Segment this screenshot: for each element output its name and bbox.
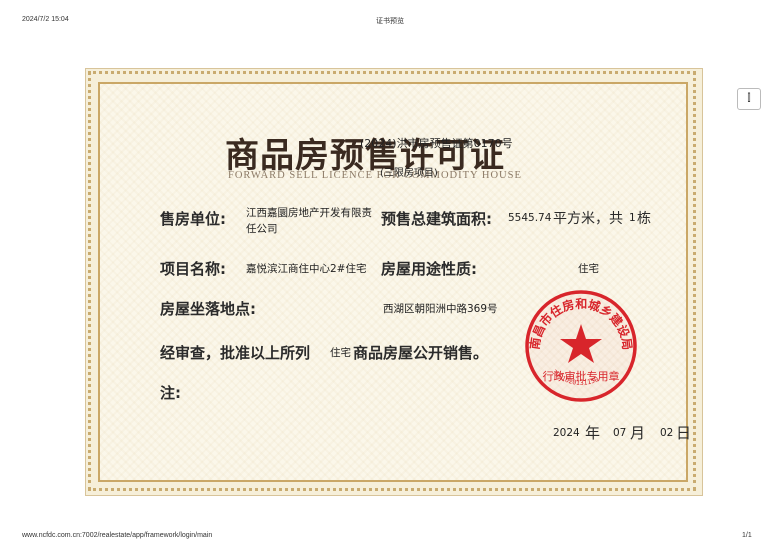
certificate-title-en: FORWARD SELL LICENCE FOR COMMODITY HOUSE: [228, 170, 522, 181]
approval-type: 住宅: [330, 347, 351, 359]
official-seal: 南昌市住房和城乡建设局 行政审批专用章 3601020131150: [523, 288, 639, 404]
project-label: 项目名称:: [160, 260, 226, 278]
location-label: 房屋坐落地点:: [160, 300, 256, 318]
date-day-unit: 日: [676, 424, 692, 442]
usage-label: 房屋用途性质:: [381, 260, 477, 278]
location-value: 西湖区朝阳洲中路369号: [383, 303, 498, 315]
date-year: 2024: [553, 427, 580, 439]
print-page-number: 1/1: [742, 532, 752, 539]
date-month: 07: [613, 427, 627, 439]
date-year-unit: 年: [585, 424, 601, 442]
official-seal-graphic: 南昌市住房和城乡建设局 行政审批专用章 3601020131150: [525, 290, 637, 402]
area-label: 预售总建筑面积:: [381, 210, 492, 228]
project-value: 嘉悦滨江商住中心2#住宅: [246, 263, 367, 275]
date-day: 02: [660, 427, 674, 439]
note-label: 注:: [160, 384, 181, 402]
area-unit: 平方米，共: [553, 211, 623, 227]
certificate-restriction: (三限房项目): [380, 168, 438, 179]
building-count: 1: [629, 212, 636, 224]
print-url: www.ncfdc.com.cn:7002/realestate/app/fra…: [22, 532, 213, 539]
approval-prefix: 经审查，批准以上所列: [160, 344, 311, 362]
print-datetime: 2024/7/2 15:04: [22, 16, 69, 23]
print-page-title: 证书预览: [376, 18, 404, 25]
certificate-number: (2024)洪市房预售证第0170号: [360, 137, 513, 150]
approval-suffix: 商品房屋公开销售。: [353, 344, 489, 362]
area-value: 5545.74: [508, 212, 552, 224]
seller-label: 售房单位:: [160, 210, 226, 228]
side-panel-button[interactable]: ⫿: [737, 88, 761, 110]
date-month-unit: 月: [630, 424, 646, 442]
seller-value-line1: 江西嘉圜房地产开发有限责: [246, 207, 372, 219]
usage-value: 住宅: [578, 263, 599, 275]
building-unit: 栋: [637, 211, 651, 227]
seller-value-line2: 任公司: [246, 223, 278, 235]
